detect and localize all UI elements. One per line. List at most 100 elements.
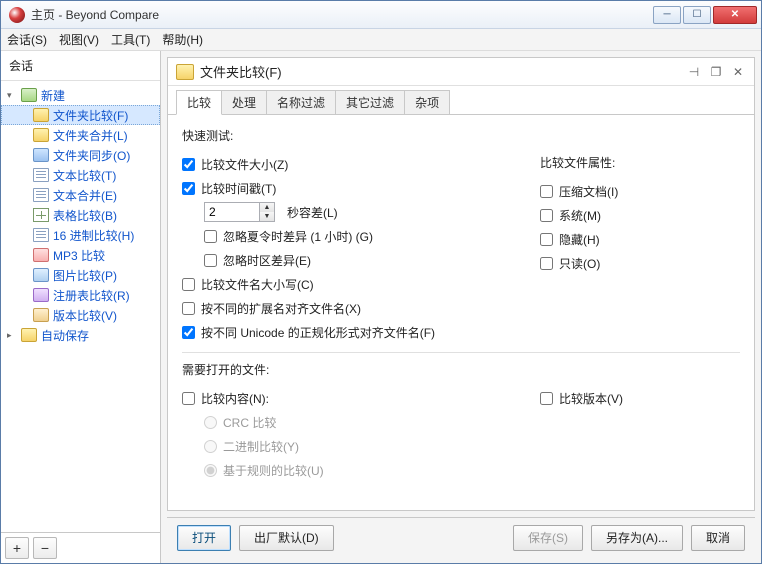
spin-down-icon[interactable]: ▼	[260, 212, 274, 221]
seconds-label: 秒容差(L)	[287, 204, 338, 221]
tree-node-autosave[interactable]: ▸ 自动保存	[1, 325, 160, 345]
menu-view[interactable]: 视图(V)	[59, 31, 99, 48]
checkbox-archive[interactable]	[540, 185, 553, 198]
folder-icon	[33, 128, 49, 142]
checkbox-hidden[interactable]	[540, 233, 553, 246]
tab-other-filter[interactable]: 其它过滤	[335, 90, 405, 114]
label-archive: 压缩文档(I)	[559, 183, 618, 200]
version-icon	[33, 308, 49, 322]
tree-item-folder-sync[interactable]: 文件夹同步(O)	[1, 145, 160, 165]
checkbox-compare-time[interactable]	[182, 182, 195, 195]
remove-button[interactable]: −	[33, 537, 57, 559]
checkbox-compare-size[interactable]	[182, 158, 195, 171]
spin-up-icon[interactable]: ▲	[260, 203, 274, 212]
checkbox-ignore-dst[interactable]	[204, 230, 217, 243]
label-align-ext: 按不同的扩展名对齐文件名(X)	[201, 300, 361, 317]
close-button[interactable]: ✕	[713, 6, 757, 24]
restore-icon[interactable]: ❐	[708, 65, 724, 79]
checkbox-compare-version[interactable]	[540, 392, 553, 405]
tree-item-folder-merge[interactable]: 文件夹合并(L)	[1, 125, 160, 145]
saveas-button[interactable]: 另存为(A)...	[591, 525, 683, 551]
tree-label: 版本比较(V)	[53, 307, 117, 324]
tab-bar: 比较 处理 名称过滤 其它过滤 杂项	[168, 86, 754, 115]
checkbox-align-unicode[interactable]	[182, 326, 195, 339]
label-crc: CRC 比较	[223, 414, 276, 431]
maximize-button[interactable]: ☐	[683, 6, 711, 24]
label-system: 系统(M)	[559, 207, 601, 224]
tab-compare[interactable]: 比较	[176, 90, 222, 115]
panel-title: 文件夹比较(F)	[200, 62, 680, 81]
menu-tools[interactable]: 工具(T)	[111, 31, 150, 48]
tree-label: 新建	[41, 87, 65, 104]
checkbox-align-ext[interactable]	[182, 302, 195, 315]
tree-item-hex-compare[interactable]: 16 进制比较(H)	[1, 225, 160, 245]
tree-item-version-compare[interactable]: 版本比较(V)	[1, 305, 160, 325]
label-compare-case: 比较文件名大小写(C)	[201, 276, 314, 293]
tree-label: 表格比较(B)	[53, 207, 117, 224]
label-binary: 二进制比较(Y)	[223, 438, 299, 455]
registry-icon	[33, 288, 49, 302]
tree-label: 文件夹合并(L)	[53, 127, 128, 144]
app-icon	[9, 7, 25, 23]
picture-icon	[33, 268, 49, 282]
save-button[interactable]: 保存(S)	[513, 525, 583, 551]
menu-help[interactable]: 帮助(H)	[162, 31, 203, 48]
tree-label: 文本合并(E)	[53, 187, 117, 204]
checkbox-system[interactable]	[540, 209, 553, 222]
radio-binary	[204, 440, 217, 453]
seconds-spinner[interactable]: ▲▼	[204, 202, 275, 222]
window-title: 主页 - Beyond Compare	[31, 6, 653, 23]
tree-item-registry-compare[interactable]: 注册表比较(R)	[1, 285, 160, 305]
label-ignore-dst: 忽略夏令时差异 (1 小时) (G)	[223, 228, 373, 245]
tree-item-mp3-compare[interactable]: MP3 比较	[1, 245, 160, 265]
folder-icon	[176, 64, 194, 80]
checkbox-readonly[interactable]	[540, 257, 553, 270]
disclosure-icon[interactable]: ▾	[7, 90, 17, 101]
open-button[interactable]: 打开	[177, 525, 231, 551]
defaults-button[interactable]: 出厂默认(D)	[239, 525, 334, 551]
tree-label: 文件夹比较(F)	[53, 107, 128, 124]
sidebar: 会话 ▾ 新建 文件夹比较(F) 文件夹合并(L) 文件夹同步(O) 文本比较(…	[1, 51, 161, 563]
label-compare-size: 比较文件大小(Z)	[201, 156, 288, 173]
tree-label: 文本比较(T)	[53, 167, 116, 184]
folder-icon	[21, 328, 37, 342]
add-button[interactable]: +	[5, 537, 29, 559]
hex-icon	[33, 228, 49, 242]
pin-icon[interactable]: ⊣	[686, 65, 702, 79]
close-panel-icon[interactable]: ✕	[730, 65, 746, 79]
label-hidden: 隐藏(H)	[559, 231, 600, 248]
menu-bar: 会话(S) 视图(V) 工具(T) 帮助(H)	[1, 29, 761, 51]
quick-test-label: 快速测试:	[182, 127, 740, 144]
tree-item-folder-compare[interactable]: 文件夹比较(F)	[1, 105, 160, 125]
menu-session[interactable]: 会话(S)	[7, 31, 47, 48]
label-ignore-tz: 忽略时区差异(E)	[223, 252, 311, 269]
label-rules: 基于规则的比较(U)	[223, 462, 324, 479]
tree-label: 文件夹同步(O)	[53, 147, 130, 164]
tree-label: 16 进制比较(H)	[53, 227, 134, 244]
label-compare-content: 比较内容(N):	[201, 390, 269, 407]
session-tree: ▾ 新建 文件夹比较(F) 文件夹合并(L) 文件夹同步(O) 文本比较(T) …	[1, 81, 160, 532]
tree-label: MP3 比较	[53, 247, 105, 264]
label-align-unicode: 按不同 Unicode 的正规化形式对齐文件名(F)	[201, 324, 435, 341]
radio-rules	[204, 464, 217, 477]
checkbox-compare-case[interactable]	[182, 278, 195, 291]
minimize-button[interactable]: ─	[653, 6, 681, 24]
checkbox-ignore-tz[interactable]	[204, 254, 217, 267]
box-icon	[21, 88, 37, 102]
checkbox-compare-content[interactable]	[182, 392, 195, 405]
tab-misc[interactable]: 杂项	[404, 90, 450, 114]
tree-label: 自动保存	[41, 327, 89, 344]
need-open-label: 需要打开的文件:	[182, 361, 740, 378]
disclosure-icon[interactable]: ▸	[7, 330, 17, 341]
tab-name-filter[interactable]: 名称过滤	[266, 90, 336, 114]
tree-label: 注册表比较(R)	[53, 287, 130, 304]
seconds-input[interactable]	[204, 202, 260, 222]
tab-handling[interactable]: 处理	[221, 90, 267, 114]
tree-item-text-merge[interactable]: 文本合并(E)	[1, 185, 160, 205]
tree-node-new[interactable]: ▾ 新建	[1, 85, 160, 105]
tree-item-table-compare[interactable]: 表格比较(B)	[1, 205, 160, 225]
cancel-button[interactable]: 取消	[691, 525, 745, 551]
mp3-icon	[33, 248, 49, 262]
tree-item-text-compare[interactable]: 文本比较(T)	[1, 165, 160, 185]
tree-item-picture-compare[interactable]: 图片比较(P)	[1, 265, 160, 285]
